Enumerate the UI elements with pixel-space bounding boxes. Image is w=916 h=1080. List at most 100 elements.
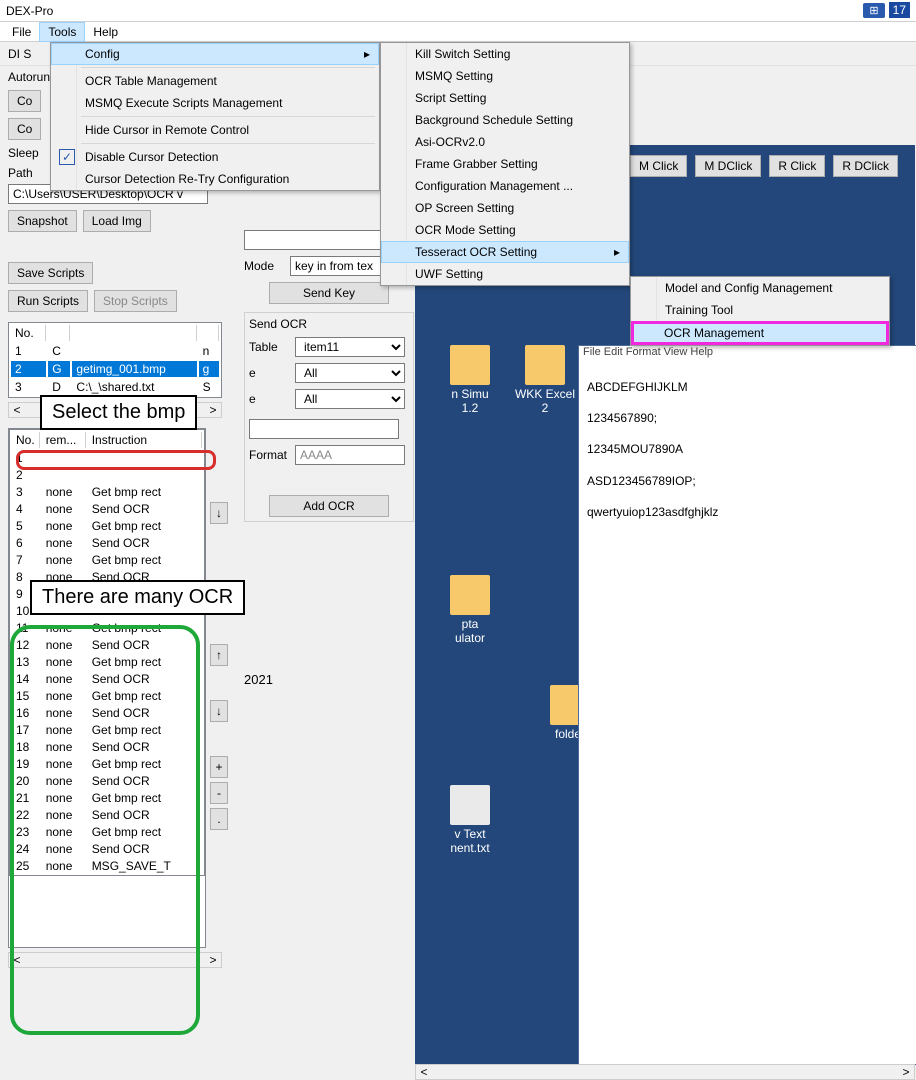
- instr-row[interactable]: 14noneSend OCR: [12, 671, 202, 686]
- instr-row[interactable]: 15noneGet bmp rect: [12, 688, 202, 703]
- run-scripts-button[interactable]: Run Scripts: [8, 290, 88, 312]
- co-button-1[interactable]: Co: [8, 90, 41, 112]
- instr-row[interactable]: 6noneSend OCR: [12, 535, 202, 550]
- instr-row[interactable]: 1: [12, 450, 202, 465]
- script-row[interactable]: 2Ggetimg_001.bmpg: [11, 361, 219, 377]
- scroll-left-icon[interactable]: <: [9, 403, 25, 417]
- instr-row[interactable]: 20noneSend OCR: [12, 773, 202, 788]
- instr-row[interactable]: 16noneSend OCR: [12, 705, 202, 720]
- menu-item[interactable]: Config: [51, 43, 379, 65]
- instr-row[interactable]: 19noneGet bmp rect: [12, 756, 202, 771]
- m-dclick-button[interactable]: M DClick: [695, 155, 761, 177]
- instr-row[interactable]: 24noneSend OCR: [12, 841, 202, 856]
- instruction-table[interactable]: No. rem... Instruction 123noneGet bmp re…: [9, 429, 205, 876]
- instr-hscroll[interactable]: < >: [8, 952, 222, 968]
- menu-item[interactable]: UWF Setting: [381, 263, 629, 285]
- instr-row[interactable]: 2: [12, 467, 202, 482]
- load-img-button[interactable]: Load Img: [83, 210, 151, 232]
- instr-header-rem: rem...: [42, 432, 86, 448]
- instr-row[interactable]: 3noneGet bmp rect: [12, 484, 202, 499]
- save-scripts-button[interactable]: Save Scripts: [8, 262, 93, 284]
- menu-item[interactable]: OP Screen Setting: [381, 197, 629, 219]
- menu-item[interactable]: Configuration Management ...: [381, 175, 629, 197]
- plus-button[interactable]: +: [210, 756, 228, 778]
- notepad-menubar[interactable]: File Edit Format View Help: [579, 346, 916, 364]
- instr-row[interactable]: 11noneGet bmp rect: [12, 620, 202, 635]
- menu-item[interactable]: Tesseract OCR Setting: [381, 241, 629, 263]
- notepad-line: 12345MOU7890A: [587, 434, 909, 465]
- menu-item[interactable]: Cursor Detection Re-Try Configuration: [51, 168, 379, 190]
- mid-panel: Mode Send Key Send OCR Table item11 e Al…: [244, 230, 414, 687]
- menu-help[interactable]: Help: [85, 23, 126, 41]
- co-button-2[interactable]: Co: [8, 118, 41, 140]
- menu-item[interactable]: Asi-OCRv2.0: [381, 131, 629, 153]
- dot-button[interactable]: .: [210, 808, 228, 830]
- down-button[interactable]: ↓: [210, 502, 228, 524]
- script-table[interactable]: No. 1Cn2Ggetimg_001.bmpg3DC:\_\shared.tx…: [8, 322, 222, 398]
- script-row[interactable]: 1Cn: [11, 343, 219, 359]
- notepad-content[interactable]: ABCDEFGHIJKLM 1234567890; 12345MOU7890A …: [579, 364, 916, 536]
- instr-row[interactable]: 17noneGet bmp rect: [12, 722, 202, 737]
- menu-file[interactable]: File: [4, 23, 39, 41]
- folder-icon: [450, 345, 490, 385]
- menu-item[interactable]: Training Tool: [631, 299, 889, 321]
- menu-item[interactable]: Script Setting: [381, 87, 629, 109]
- tesseract-submenu[interactable]: Model and Config ManagementTraining Tool…: [630, 276, 890, 346]
- notepad-line: 1234567890;: [587, 403, 909, 434]
- menu-item[interactable]: Model and Config Management: [631, 277, 889, 299]
- stop-scripts-button[interactable]: Stop Scripts: [94, 290, 177, 312]
- menu-tools[interactable]: Tools: [39, 22, 85, 42]
- instr-row[interactable]: 22noneSend OCR: [12, 807, 202, 822]
- desktop-icon[interactable]: WKK Excel 2: [510, 345, 580, 415]
- notepad-window: File Edit Format View Help ABCDEFGHIJKLM…: [578, 345, 916, 1065]
- r-click-button[interactable]: R Click: [769, 155, 825, 177]
- instr-row[interactable]: 5noneGet bmp rect: [12, 518, 202, 533]
- menu-item[interactable]: MSMQ Execute Scripts Management: [51, 92, 379, 114]
- r-dclick-button[interactable]: R DClick: [833, 155, 898, 177]
- filter1-select[interactable]: All: [295, 363, 405, 383]
- menu-item[interactable]: OCR Table Management: [51, 70, 379, 92]
- ocr-blank-input[interactable]: [249, 419, 399, 439]
- menu-item[interactable]: Hide Cursor in Remote Control: [51, 119, 379, 141]
- m-click-button[interactable]: M Click: [630, 155, 687, 177]
- desktop-icon[interactable]: v Textnent.txt: [435, 785, 505, 855]
- desktop-icon[interactable]: ptaulator: [435, 575, 505, 645]
- notepad-line: ABCDEFGHIJKLM: [587, 372, 909, 403]
- instr-row[interactable]: 21noneGet bmp rect: [12, 790, 202, 805]
- up-button[interactable]: ↑: [210, 644, 228, 666]
- snapshot-button[interactable]: Snapshot: [8, 210, 77, 232]
- filter2-select[interactable]: All: [295, 389, 405, 409]
- menu-item[interactable]: OCR Management: [631, 321, 889, 345]
- minus-button[interactable]: -: [210, 782, 228, 804]
- send-ocr-label: Send OCR: [249, 317, 409, 331]
- add-ocr-button[interactable]: Add OCR: [269, 495, 389, 517]
- scroll-right-icon[interactable]: >: [205, 403, 221, 417]
- desktop-icon[interactable]: n Simu1.2: [435, 345, 505, 415]
- folder-icon: [525, 345, 565, 385]
- menu-item[interactable]: Disable Cursor Detection: [51, 146, 379, 168]
- down-button-2[interactable]: ↓: [210, 700, 228, 722]
- scroll-left-icon[interactable]: <: [416, 1065, 432, 1079]
- instr-row[interactable]: 7noneGet bmp rect: [12, 552, 202, 567]
- instr-row[interactable]: 25noneMSG_SAVE_T: [12, 858, 202, 873]
- config-submenu[interactable]: Kill Switch SettingMSMQ SettingScript Se…: [380, 42, 630, 286]
- menu-item[interactable]: OCR Mode Setting: [381, 219, 629, 241]
- tools-dropdown[interactable]: Config OCR Table ManagementMSMQ Execute S…: [50, 42, 380, 191]
- instr-row[interactable]: 12noneSend OCR: [12, 637, 202, 652]
- send-key-button[interactable]: Send Key: [269, 282, 389, 304]
- menu-item[interactable]: Background Schedule Setting: [381, 109, 629, 131]
- scroll-left-icon[interactable]: <: [9, 953, 25, 967]
- scroll-right-icon[interactable]: >: [205, 953, 221, 967]
- instr-row[interactable]: 4noneSend OCR: [12, 501, 202, 516]
- instr-row[interactable]: 18noneSend OCR: [12, 739, 202, 754]
- menu-item[interactable]: MSMQ Setting: [381, 65, 629, 87]
- script-row[interactable]: 3DC:\_\shared.txtS: [11, 379, 219, 395]
- menu-item[interactable]: Kill Switch Setting: [381, 43, 629, 65]
- desktop-hscroll[interactable]: < >: [415, 1064, 915, 1080]
- table-select[interactable]: item11: [295, 337, 405, 357]
- format-input[interactable]: [295, 445, 405, 465]
- scroll-right-icon[interactable]: >: [898, 1065, 914, 1079]
- instr-row[interactable]: 13noneGet bmp rect: [12, 654, 202, 669]
- menu-item[interactable]: Frame Grabber Setting: [381, 153, 629, 175]
- instr-row[interactable]: 23noneGet bmp rect: [12, 824, 202, 839]
